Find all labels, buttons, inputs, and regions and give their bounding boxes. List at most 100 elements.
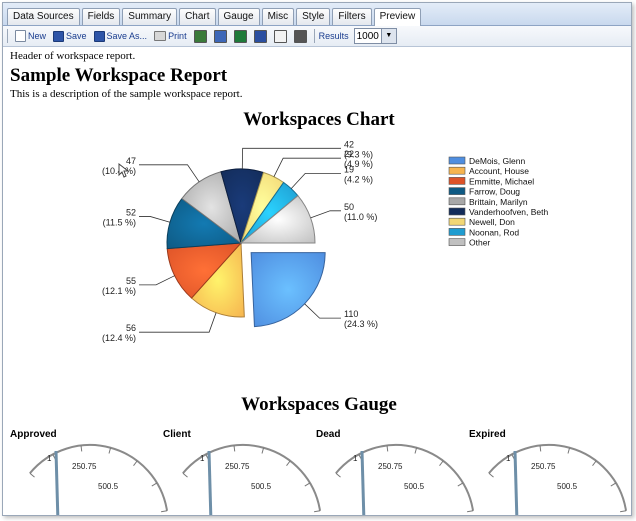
slice-percent-label: (4.2 %) <box>344 174 373 184</box>
tab-style[interactable]: Style <box>296 8 331 25</box>
gauge: Approved 1 250.75 500.5 <box>10 429 169 515</box>
legend-entry: Vanderhoofven, Beth <box>469 207 549 217</box>
gauge-tick <box>261 447 265 454</box>
slice-leader-line <box>304 303 341 319</box>
gauge-label: Client <box>163 429 191 440</box>
gauge-tick <box>467 510 474 513</box>
slice-leader-line <box>241 147 341 170</box>
legend-swatch <box>448 217 466 226</box>
gauge-tick <box>133 460 138 466</box>
gauge-tick-label: 250.75 <box>378 462 403 471</box>
gauge-needle <box>360 450 366 515</box>
gauge-tick <box>439 460 444 466</box>
export-word-button[interactable] <box>253 29 267 43</box>
gauge-tick <box>457 482 464 487</box>
save-button-label: Save <box>66 31 87 41</box>
slice-leader-line <box>139 275 175 286</box>
tab-bar: Data Sources Fields Summary Chart Gauge Misc S… <box>3 3 631 26</box>
toolbar: New Save Save As... Print Results 1000 ▼ <box>3 26 631 47</box>
gauge-needle <box>54 450 60 515</box>
gauge-tick-label: 500.5 <box>557 482 578 491</box>
word-icon <box>253 29 267 43</box>
gauge-label: Dead <box>316 429 340 440</box>
legend-entry: DeMois, Glenn <box>469 156 525 166</box>
toolbar-separator <box>313 29 315 43</box>
text-file-icon <box>273 29 287 43</box>
gauge-label: Approved <box>10 429 57 440</box>
tab-gauge[interactable]: Gauge <box>217 8 260 25</box>
legend-entry: Noonan, Rod <box>469 227 519 237</box>
legend-swatch <box>448 156 466 165</box>
gauge-tick <box>286 460 291 466</box>
slice-percent-label: (11.5 %) <box>103 217 136 227</box>
gauge-tick <box>620 510 627 513</box>
export-image-icon <box>213 29 227 43</box>
export-csv-button[interactable] <box>293 29 307 43</box>
slice-leader-line <box>139 312 217 333</box>
save-as-button[interactable]: Save As... <box>93 30 148 42</box>
gauge-tick-label: 1 <box>506 454 511 463</box>
gauge-label: Expired <box>469 429 506 440</box>
gauge-tick <box>335 472 341 478</box>
gauge-tick-label: 500.5 <box>251 482 272 491</box>
slice-value-label: 110 <box>344 309 358 319</box>
gauge-tick <box>304 482 311 487</box>
export-image-button[interactable] <box>213 29 227 43</box>
export-excel-button[interactable] <box>233 29 247 43</box>
legend-swatch <box>448 187 466 195</box>
report-header: Header of workspace report. <box>10 50 136 62</box>
gauge-tick <box>182 472 188 478</box>
legend-entry: Other <box>469 238 490 248</box>
pie-slice <box>250 252 326 328</box>
tab-misc[interactable]: Misc <box>261 8 295 25</box>
toolbar-separator <box>7 29 8 43</box>
chart-title: Workspaces Chart <box>243 109 395 130</box>
tab-filters[interactable]: Filters <box>332 8 372 25</box>
results-select[interactable]: 1000 ▼ <box>353 28 397 44</box>
excel-icon <box>233 29 247 43</box>
gauge-tick-label: 1 <box>353 454 358 463</box>
slice-value-label: 52 <box>126 207 136 217</box>
legend-swatch <box>448 197 466 206</box>
legend-entry: Newell, Don <box>469 217 515 227</box>
new-document-icon <box>15 30 26 42</box>
gauge-tick <box>151 482 158 487</box>
save-icon <box>53 30 65 42</box>
export-html-button[interactable] <box>193 29 207 43</box>
gauge-tick-label: 250.75 <box>225 462 250 471</box>
gauge-tick <box>108 447 112 454</box>
print-button[interactable]: Print <box>154 31 187 41</box>
gauge-tick-label: 1 <box>47 454 52 463</box>
new-button[interactable]: New <box>15 30 46 42</box>
save-as-button-label: Save As... <box>106 31 148 41</box>
gauge-tick <box>567 447 571 454</box>
tab-summary[interactable]: Summary <box>122 8 178 25</box>
results-control: Results 1000 ▼ <box>319 28 397 44</box>
gauge-tick-label: 1 <box>200 454 205 463</box>
tab-list: Data Sources Fields Summary Chart Gauge Misc S… <box>7 8 422 26</box>
tab-data-sources[interactable]: Data Sources <box>7 8 80 25</box>
save-button[interactable]: Save <box>53 30 87 42</box>
save-as-icon <box>93 30 105 42</box>
chevron-down-icon[interactable]: ▼ <box>380 29 396 43</box>
tab-fields[interactable]: Fields <box>81 8 121 25</box>
results-label: Results <box>318 31 349 41</box>
slice-leader-line <box>139 216 171 223</box>
slice-value-label: 22 <box>344 149 354 159</box>
gauge-tick <box>233 445 236 452</box>
slice-value-label: 50 <box>344 202 354 212</box>
legend-entry: Account, House <box>469 166 529 176</box>
slice-value-label: 42 <box>344 139 354 149</box>
export-text-button[interactable] <box>273 29 287 43</box>
tab-preview[interactable]: Preview <box>373 8 422 26</box>
gauge-tick <box>592 460 597 466</box>
report-description: This is a description of the sample work… <box>10 88 243 100</box>
legend-swatch <box>448 177 466 185</box>
tab-chart[interactable]: Chart <box>179 8 216 25</box>
gauge-tick <box>161 510 168 513</box>
chart-legend: DeMois, GlennAccount, HouseEmmitte, Mich… <box>448 156 549 248</box>
slice-percent-label: (11.0 %) <box>344 212 377 222</box>
slice-value-label: 19 <box>344 164 354 174</box>
legend-swatch <box>448 207 466 216</box>
gauge-section-title: Workspaces Gauge <box>241 394 397 415</box>
